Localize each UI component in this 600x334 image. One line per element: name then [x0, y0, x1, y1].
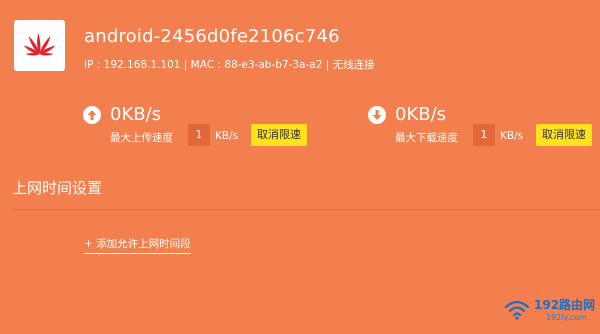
cancel-download-limit-button[interactable]: 取消限速 [536, 124, 592, 146]
upload-limit-unit: KB/s [215, 130, 239, 142]
section-divider [12, 209, 600, 210]
device-info: IP : 192.168.1.101 | MAC : 88-e3-ab-b7-3… [84, 59, 375, 71]
download-speed-value: 0KB/s [395, 104, 447, 125]
cancel-upload-limit-button[interactable]: 取消限速 [251, 124, 307, 146]
upload-speed-value: 0KB/s [110, 104, 162, 125]
wifi-icon [504, 300, 530, 320]
watermark: 192路由网 192ly.com [502, 294, 596, 330]
watermark-sub: 192ly.com [546, 313, 587, 322]
huawei-logo-icon [23, 33, 56, 56]
upload-limit-input[interactable]: 1 [188, 124, 210, 146]
download-limit-input[interactable]: 1 [473, 124, 495, 146]
arrow-up-icon [83, 106, 101, 124]
device-name: android-2456d0fe2106c746 [84, 26, 340, 47]
download-limit-unit: KB/s [500, 130, 524, 142]
device-logo [14, 20, 65, 71]
schedule-section-title: 上网时间设置 [12, 179, 103, 197]
download-limit-label: 最大下载速度 [395, 132, 458, 144]
arrow-down-icon [368, 106, 386, 124]
upload-limit-label: 最大上传速度 [110, 132, 173, 144]
watermark-text: 192路由网 [534, 298, 596, 312]
add-allowed-time-link[interactable]: + 添加允许上网时间段 [84, 236, 191, 254]
